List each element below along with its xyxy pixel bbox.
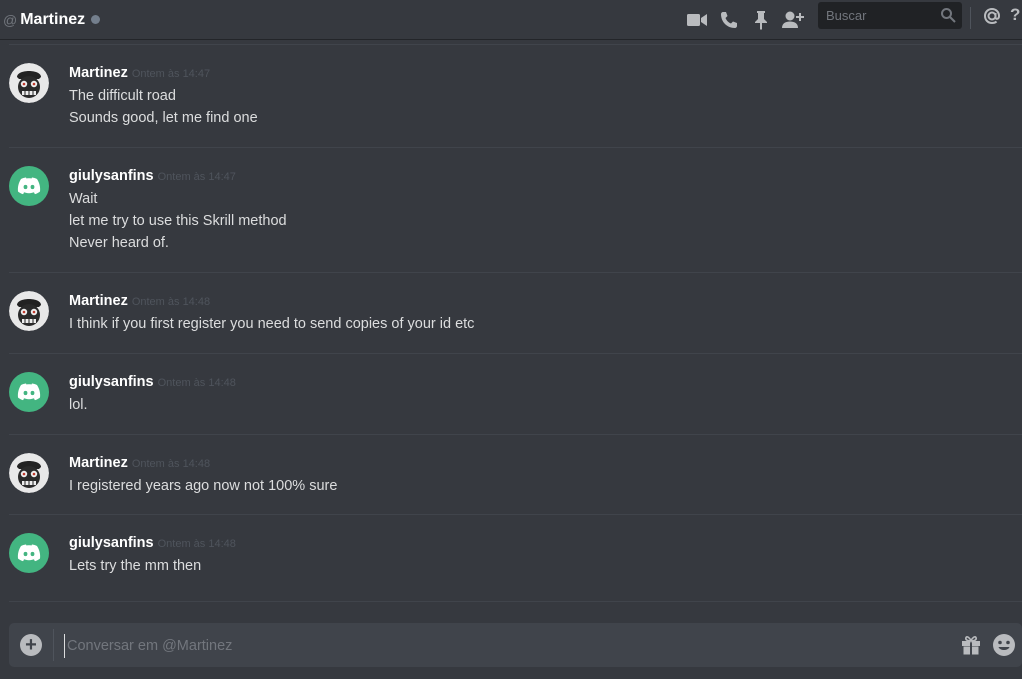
skull-avatar[interactable] — [9, 291, 49, 331]
message-composer: + — [9, 623, 1022, 667]
skull-avatar[interactable] — [9, 63, 49, 103]
emoji-icon[interactable] — [992, 633, 1016, 662]
message-timestamp: Ontem às 14:47 — [131, 68, 211, 80]
message-divider — [9, 272, 1022, 273]
composer-divider — [53, 629, 54, 661]
pin-icon[interactable] — [750, 9, 772, 31]
header-divider — [970, 7, 971, 29]
author-name[interactable]: Martinez — [69, 455, 128, 471]
message-author[interactable]: Martinez Ontem às 14:48 — [69, 293, 210, 309]
message-author[interactable]: giulysanfins Ontem às 14:48 — [69, 374, 236, 390]
search-input[interactable] — [824, 7, 938, 24]
author-name[interactable]: giulysanfins — [69, 535, 154, 551]
message-text: Wait — [69, 191, 98, 207]
video-call-icon[interactable] — [686, 9, 708, 31]
message-input[interactable] — [64, 634, 939, 658]
channel-name[interactable]: Martinez — [20, 11, 85, 29]
message-author[interactable]: giulysanfins Ontem às 14:47 — [69, 168, 236, 184]
message-divider — [9, 434, 1022, 435]
skull-avatar[interactable] — [9, 453, 49, 493]
author-name[interactable]: giulysanfins — [69, 168, 154, 184]
message-author[interactable]: Martinez Ontem às 14:47 — [69, 65, 210, 81]
message-author[interactable]: giulysanfins Ontem às 14:48 — [69, 535, 236, 551]
add-friend-icon[interactable] — [782, 9, 804, 31]
message-text: lol. — [69, 397, 88, 413]
message-divider — [9, 353, 1022, 354]
author-name[interactable]: Martinez — [69, 65, 128, 81]
search-box[interactable] — [818, 2, 962, 29]
message-timestamp: Ontem às 14:48 — [131, 458, 211, 470]
chat-header: @ Martinez ? — [0, 0, 1022, 39]
message-divider — [9, 147, 1022, 148]
message-divider — [9, 601, 1022, 602]
message-text: Lets try the mm then — [69, 558, 202, 574]
message-text: let me try to use this Skrill method — [69, 213, 287, 229]
message-timestamp: Ontem às 14:47 — [157, 171, 236, 183]
message-text: I think if you first register you need t… — [69, 316, 475, 332]
author-name[interactable]: giulysanfins — [69, 374, 154, 390]
mentions-icon[interactable] — [982, 6, 1002, 31]
message-divider — [9, 44, 1022, 45]
message-text: The difficult road — [69, 88, 176, 104]
plus-icon: + — [25, 633, 37, 656]
message-text: Sounds good, let me find one — [69, 110, 258, 126]
message-timestamp: Ontem às 14:48 — [131, 296, 211, 308]
message-text: Never heard of. — [69, 235, 169, 251]
upload-plus-button[interactable]: + — [20, 634, 42, 656]
message-divider — [9, 514, 1022, 515]
author-name[interactable]: Martinez — [69, 293, 128, 309]
at-icon: @ — [3, 11, 18, 28]
message-timestamp: Ontem às 14:48 — [157, 538, 236, 550]
discord-logo-avatar[interactable] — [9, 533, 49, 573]
status-indicator — [91, 15, 101, 24]
gift-icon[interactable] — [960, 634, 982, 661]
discord-logo-avatar[interactable] — [9, 372, 49, 412]
discord-logo-avatar[interactable] — [9, 166, 49, 206]
header-toolbar — [686, 0, 814, 39]
message-author[interactable]: Martinez Ontem às 14:48 — [69, 455, 210, 471]
help-icon[interactable]: ? — [1010, 5, 1020, 25]
message-timestamp: Ontem às 14:48 — [157, 377, 236, 389]
message-text: I registered years ago now not 100% sure — [69, 478, 338, 494]
search-icon — [940, 7, 956, 28]
voice-call-icon[interactable] — [718, 9, 740, 31]
